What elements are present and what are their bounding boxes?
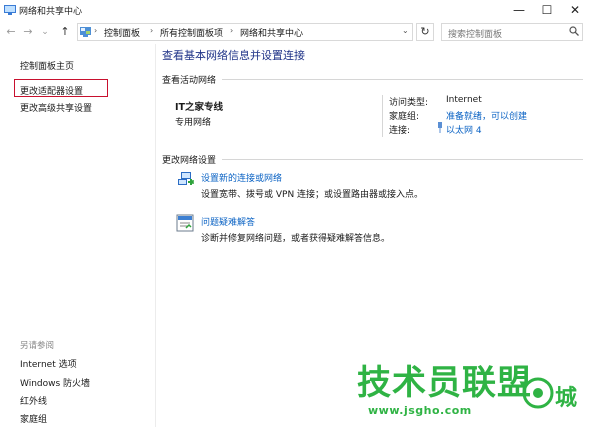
watermark-title: 技术员联盟 (357, 363, 532, 403)
connection-link[interactable]: 以太网 4 (446, 123, 482, 136)
close-button[interactable]: ✕ (561, 0, 589, 20)
troubleshoot-description: 诊断并修复网络问题，或者获得疑难解答信息。 (201, 234, 391, 244)
network-setup-icon (178, 172, 194, 185)
watermark-url: www.jsgho.com (368, 404, 472, 417)
see-also-homegroup[interactable]: 家庭组 (20, 412, 47, 425)
setup-new-connection-description: 设置宽带、拨号或 VPN 连接；或设置路由器或接入点。 (201, 190, 424, 200)
active-networks-label: 查看活动网络 (162, 76, 217, 86)
refresh-button[interactable]: ↻ (416, 23, 434, 41)
troubleshoot-link[interactable]: 问题疑难解答 (201, 215, 255, 228)
section-rule (222, 159, 583, 160)
window-title: 网络和共享中心 (19, 7, 83, 17)
breadcrumb-all-items[interactable]: 所有控制面板项 (160, 26, 223, 39)
see-also-internet-options[interactable]: Internet 选项 (20, 357, 77, 370)
forward-arrow-icon[interactable]: → (21, 25, 35, 39)
see-also-infrared[interactable]: 红外线 (20, 394, 47, 407)
recent-locations-chevron-icon[interactable]: ⌄ (38, 25, 52, 39)
homegroup-label: 家庭组: (389, 112, 420, 122)
minimize-button[interactable]: — (505, 0, 533, 20)
access-type-label: 访问类型: (389, 98, 429, 108)
control-panel-icon (80, 27, 91, 37)
title-bar (0, 0, 590, 20)
see-also-label: 另请参阅 (20, 341, 55, 351)
watermark-seal-icon (522, 377, 554, 409)
ethernet-icon (438, 122, 442, 133)
homegroup-link[interactable]: 准备就绪，可以创建 (446, 109, 527, 122)
network-center-app-icon (4, 5, 16, 15)
network-info-divider (382, 95, 383, 137)
connection-label: 连接: (389, 126, 411, 136)
network-type: 专用网络 (175, 118, 212, 128)
page-title: 查看基本网络信息并设置连接 (162, 49, 305, 62)
pane-divider (155, 44, 156, 427)
breadcrumb-control-panel[interactable]: 控制面板 (104, 26, 140, 39)
up-arrow-icon[interactable]: ↑ (58, 25, 72, 39)
breadcrumb-network-center[interactable]: 网络和共享中心 (240, 26, 303, 39)
see-also-windows-firewall[interactable]: Windows 防火墙 (20, 376, 90, 389)
setup-new-connection-link[interactable]: 设置新的连接或网络 (201, 171, 282, 184)
address-dropdown-icon[interactable]: ⌄ (402, 26, 409, 35)
search-icon (569, 26, 579, 36)
back-arrow-icon[interactable]: ← (4, 25, 18, 39)
watermark-city: 城 (555, 386, 578, 411)
sidebar-item-advanced-sharing-settings[interactable]: 更改高级共享设置 (20, 101, 92, 114)
access-type-value: Internet (446, 95, 482, 105)
maximize-button[interactable]: ☐ (533, 0, 561, 20)
sidebar-item-change-adapter-settings[interactable]: 更改适配器设置 (20, 84, 83, 97)
search-placeholder: 搜索控制面板 (448, 30, 503, 40)
section-rule (222, 79, 583, 80)
sidebar-item-control-panel-home[interactable]: 控制面板主页 (20, 59, 74, 72)
change-settings-label: 更改网络设置 (162, 156, 217, 166)
troubleshoot-icon (176, 214, 194, 232)
network-name: IT之家专线 (175, 102, 224, 113)
